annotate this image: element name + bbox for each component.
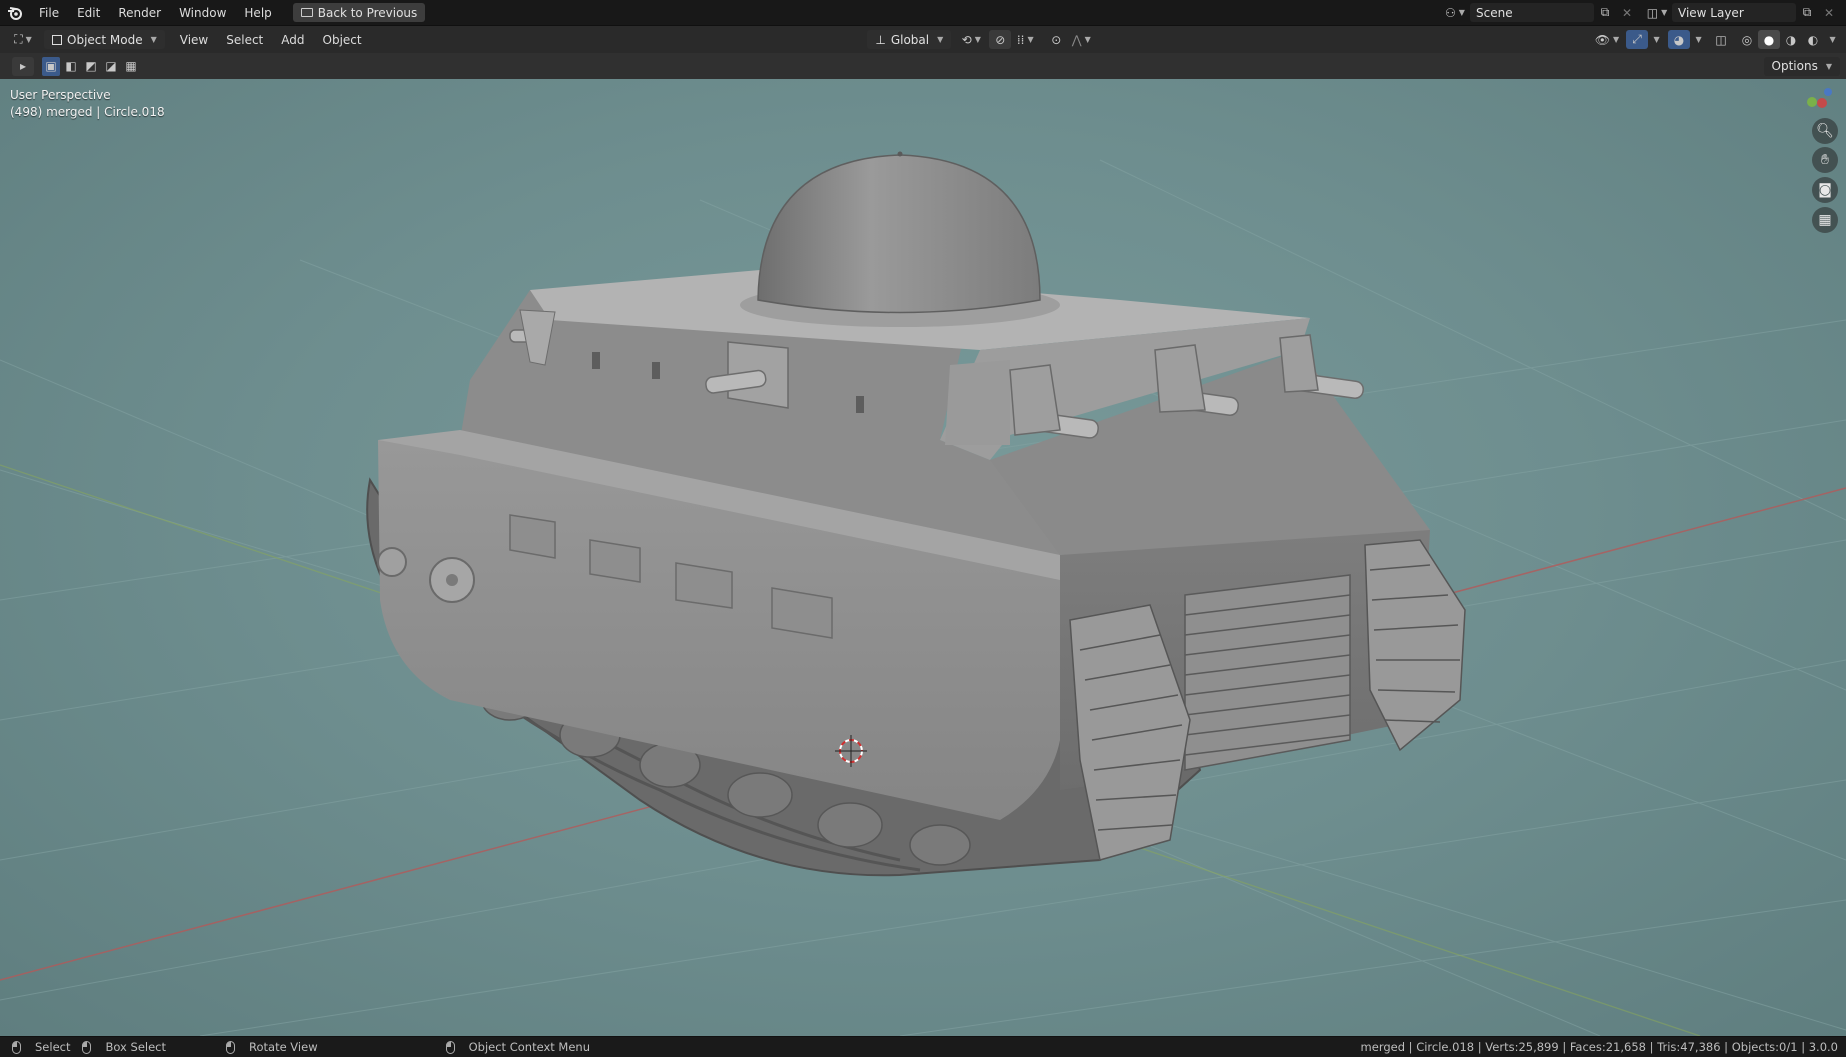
status-rotate-view: Rotate View (226, 1040, 318, 1054)
grid-ortho-icon[interactable]: ▦ (1812, 207, 1838, 233)
mode-label: Object Mode (67, 32, 143, 47)
top-bar: File Edit Render Window Help Back to Pre… (0, 0, 1846, 26)
shading-rendered-icon[interactable]: ◐ (1802, 30, 1824, 49)
scene-canvas[interactable] (0, 79, 1846, 1036)
viewport-header: ⛶ ▼ Object Mode ▼ View Select Add Object … (0, 26, 1846, 53)
scene-statistics: merged | Circle.018 | Verts:25,899 | Fac… (1360, 1040, 1838, 1054)
back-to-previous-label: Back to Previous (317, 5, 418, 20)
scene-name: Scene (1476, 5, 1513, 20)
menu-edit[interactable]: Edit (68, 0, 109, 25)
status-select: Select (12, 1040, 70, 1054)
menu-select[interactable]: Select (217, 26, 272, 53)
back-to-previous-button[interactable]: Back to Previous (292, 3, 426, 22)
view-layer-selector-icon[interactable]: ◫ ▼ (1646, 3, 1668, 22)
select-invert-icon[interactable]: ◪ (102, 57, 120, 76)
snap-increment-icon[interactable]: ⁞⁞ ▼ (1011, 30, 1039, 49)
overlays-toggle-icon[interactable]: ◕ (1668, 30, 1691, 49)
new-view-layer-icon[interactable]: ⧉ (1796, 3, 1818, 22)
3d-viewport[interactable]: User Perspective (498) merged | Circle.0… (0, 79, 1846, 1036)
status-select-label: Select (35, 1040, 71, 1054)
status-rotate-view-label: Rotate View (249, 1040, 318, 1054)
new-scene-icon[interactable]: ⧉ (1594, 3, 1616, 22)
tool-settings-row: ▸ ▣ ◧ ◩ ◪ ▦ Options ▼ (0, 53, 1846, 79)
gizmo-dropdown-icon[interactable]: ▼ (1648, 30, 1662, 49)
view-layer-field[interactable]: View Layer (1672, 3, 1796, 22)
blender-icon[interactable] (0, 0, 30, 26)
object-info-label: (498) merged | Circle.018 (10, 105, 165, 119)
delete-scene-icon[interactable]: ✕ (1616, 3, 1638, 22)
rear-wheel-hub (377, 547, 407, 577)
options-dropdown[interactable]: Options ▼ (1763, 56, 1840, 76)
select-subtract-icon[interactable]: ◩ (82, 57, 100, 76)
front-grille (1184, 574, 1351, 771)
overlays-dropdown-icon[interactable]: ▼ (1690, 30, 1704, 49)
menu-object[interactable]: Object (314, 26, 371, 53)
select-extend-icon[interactable]: ◧ (62, 57, 80, 76)
shading-wireframe-icon[interactable]: ◎ (1736, 30, 1758, 49)
status-context-menu: Object Context Menu (445, 1040, 590, 1054)
navigation-gizmo[interactable] (1807, 88, 1832, 108)
shading-material-icon[interactable]: ◑ (1780, 30, 1802, 49)
gizmo-toggle-icon[interactable]: ⤢ (1626, 30, 1649, 49)
menu-help[interactable]: Help (235, 0, 280, 25)
snap-icon[interactable]: ⊘ (989, 30, 1012, 49)
screen-icon (300, 8, 313, 17)
left-drag-mouse-icon (82, 1040, 92, 1054)
axis-icon: ⊥ (875, 32, 886, 47)
camera-icon[interactable]: ◙ (1812, 177, 1838, 203)
xray-toggle-icon[interactable]: ◫ (1710, 30, 1732, 49)
object-mode-icon (52, 34, 62, 45)
select-intersect-icon[interactable]: ▦ (122, 57, 140, 76)
turret-dome (757, 154, 1041, 314)
middle-mouse-icon (226, 1040, 235, 1054)
options-label: Options (1771, 59, 1818, 73)
scene-field[interactable]: Scene (1470, 3, 1594, 22)
transform-orientation-selector[interactable]: ⊥ Global ▼ (867, 30, 952, 49)
menu-window[interactable]: Window (170, 0, 235, 25)
selection-mode-group: ▣ ◧ ◩ ◪ ▦ (42, 56, 140, 76)
select-new-icon[interactable]: ▣ (42, 56, 60, 76)
menu-render[interactable]: Render (109, 0, 170, 25)
status-context-menu-label: Object Context Menu (468, 1040, 590, 1054)
chevron-down-icon: ▼ (150, 35, 157, 44)
editor-type-icon[interactable]: ⛶ ▼ (8, 30, 38, 49)
shading-dropdown-icon[interactable]: ▼ (1824, 30, 1838, 49)
menu-add[interactable]: Add (272, 26, 313, 53)
pivot-point-icon[interactable]: ⟲ ▼ (957, 30, 985, 49)
status-box-select-label: Box Select (105, 1040, 166, 1054)
left-mouse-icon (12, 1040, 21, 1054)
active-tool-icon[interactable]: ▸ (12, 56, 34, 76)
scene-selector-icon[interactable]: ⚇ ▼ (1444, 3, 1466, 22)
view-layer-name: View Layer (1678, 5, 1744, 20)
right-mouse-icon (445, 1040, 455, 1054)
transform-orientation-label: Global (890, 32, 930, 47)
pan-hand-icon[interactable]: ✋︎ (1812, 147, 1838, 173)
proportional-editing-icon[interactable]: ⊙ (1045, 30, 1067, 49)
shading-solid-icon[interactable]: ● (1758, 30, 1781, 49)
delete-view-layer-icon[interactable]: ✕ (1818, 3, 1840, 22)
menu-file[interactable]: File (30, 0, 68, 25)
zoom-icon[interactable]: 🔍︎ (1812, 118, 1838, 144)
visibility-selectability-icon[interactable]: 👁 ▼ (1592, 30, 1622, 49)
perspective-label: User Perspective (10, 88, 111, 102)
status-box-select: Box Select (82, 1040, 166, 1054)
tank-model[interactable] (366, 151, 1466, 877)
mode-selector[interactable]: Object Mode ▼ (44, 30, 165, 49)
menu-view[interactable]: View (171, 26, 217, 53)
proportional-falloff-icon[interactable]: ⋀ ▼ (1067, 30, 1095, 49)
status-bar: Select Box Select Rotate View Object Con… (0, 1036, 1846, 1057)
